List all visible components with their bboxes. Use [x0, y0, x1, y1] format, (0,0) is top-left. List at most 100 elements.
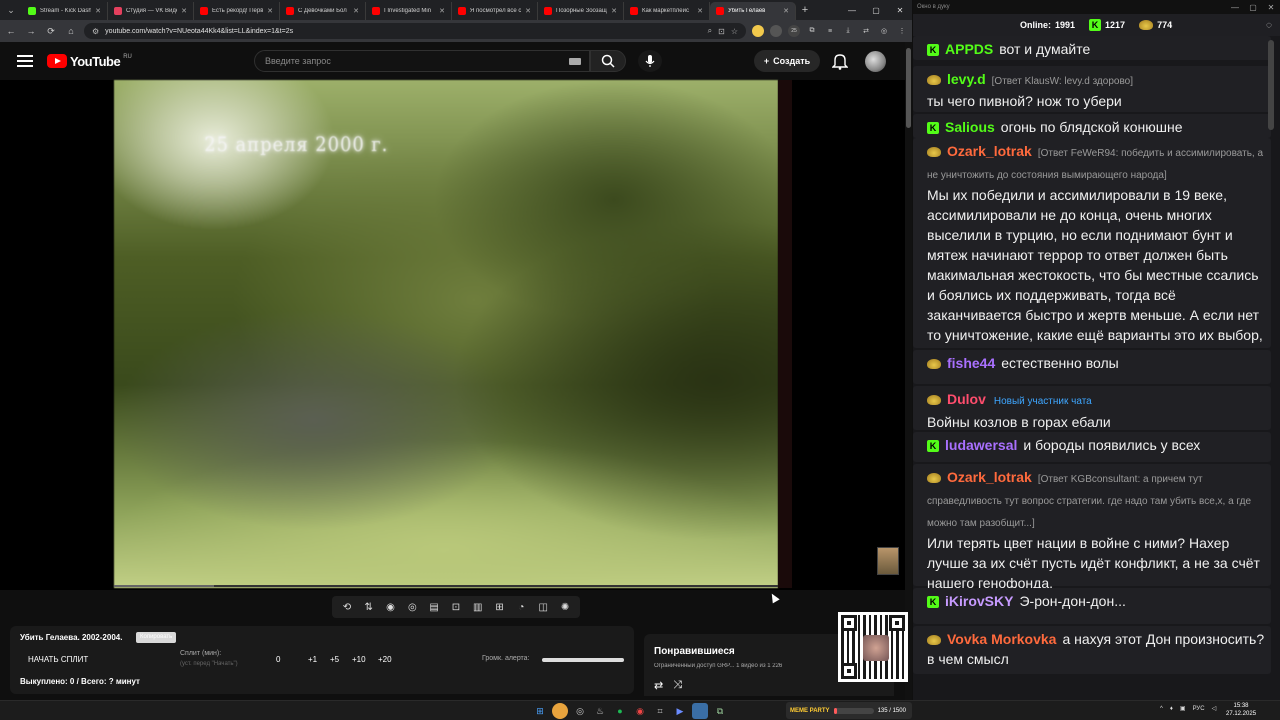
bookmark-star-icon[interactable]: ☆: [731, 27, 738, 36]
browser-tab[interactable]: Убить Гелаев ✕: [710, 2, 796, 20]
url-bar[interactable]: ⚙ youtube.com/watch?v=NUeota44Kk4&list=L…: [84, 23, 746, 39]
tray-chevron-icon[interactable]: ^: [1160, 706, 1163, 712]
copy-button[interactable]: Копировать: [136, 632, 177, 643]
browser-tab[interactable]: I Investigated Min ✕: [366, 2, 452, 20]
youtube-logo[interactable]: YouTube RU: [47, 54, 132, 69]
volume-icon[interactable]: ◁: [1212, 705, 1217, 712]
reload-icon[interactable]: ⟳: [44, 24, 58, 38]
browser-tab[interactable]: Я посмотрел все с ✕: [452, 2, 538, 20]
sort-icon[interactable]: ⇅: [361, 602, 377, 613]
home-icon[interactable]: ⌂: [64, 24, 78, 38]
profile-icon[interactable]: ◎: [878, 25, 890, 37]
install-icon[interactable]: ⊡: [718, 27, 725, 36]
clapper-icon[interactable]: ▤: [426, 602, 442, 613]
meme-party-widget[interactable]: MEME PARTY 135 / 1500: [786, 702, 912, 719]
chat-username[interactable]: ludawersal: [945, 437, 1017, 453]
tray-icon[interactable]: ♦: [1170, 706, 1173, 712]
app-icon[interactable]: [692, 703, 708, 719]
shuffle-icon[interactable]: ⤨: [673, 679, 682, 692]
keyboard-icon[interactable]: [569, 58, 581, 65]
screenshot-icon[interactable]: ◫: [535, 602, 551, 613]
minimize-icon[interactable]: —: [1226, 3, 1244, 12]
start-split-button[interactable]: НАЧАТЬ СПЛИТ: [28, 655, 88, 664]
extension-badge[interactable]: 25: [788, 25, 800, 37]
search-input[interactable]: Введите запрос: [254, 50, 590, 72]
tab-close-icon[interactable]: ✕: [697, 7, 703, 15]
tab-search-icon[interactable]: ⌄: [0, 0, 22, 20]
player-icon[interactable]: ▶: [672, 703, 688, 719]
split-add-5-button[interactable]: +5: [330, 655, 339, 664]
puzzle-icon[interactable]: ⧉: [806, 25, 818, 37]
chat-username[interactable]: Vovka Morkovka: [947, 631, 1056, 647]
settings-icon[interactable]: ◌: [1266, 20, 1272, 31]
video-frame[interactable]: 25 апреля 2000 г.: [114, 80, 778, 588]
chrome-icon[interactable]: [552, 703, 568, 719]
page-scrollbar[interactable]: [905, 42, 912, 700]
notifications-bell-icon[interactable]: [832, 52, 848, 70]
split-value-button[interactable]: 0: [276, 655, 280, 664]
playlist-title[interactable]: Понравившиеся: [654, 646, 735, 657]
recorder-icon[interactable]: ◉: [632, 703, 648, 719]
split-add-1-button[interactable]: +1: [308, 655, 317, 664]
video-player[interactable]: 25 апреля 2000 г.: [0, 80, 905, 590]
user-avatar[interactable]: [865, 51, 886, 72]
create-button[interactable]: + Создать: [754, 50, 820, 72]
tab-close-icon[interactable]: ✕: [181, 7, 187, 15]
maximize-icon[interactable]: ▢: [864, 0, 888, 20]
settings-icon[interactable]: ✺: [557, 602, 573, 613]
chat-username[interactable]: Ozark_lotrak: [947, 469, 1032, 485]
search-button[interactable]: [590, 50, 626, 72]
resize-icon[interactable]: ⊡: [448, 602, 464, 613]
broadcast-icon[interactable]: ◉: [383, 602, 399, 613]
forward-icon[interactable]: →: [24, 24, 38, 38]
windows-start-icon[interactable]: ⊞: [532, 703, 548, 719]
app-icon[interactable]: ⧉: [712, 703, 728, 719]
site-info-icon[interactable]: ⚙: [92, 27, 99, 36]
tab-close-icon[interactable]: ✕: [353, 7, 359, 15]
media-icon[interactable]: ≡: [824, 25, 836, 37]
download-icon[interactable]: ⤓: [842, 25, 854, 37]
maximize-icon[interactable]: ▢: [1244, 3, 1262, 12]
add-box-icon[interactable]: ⊞: [492, 602, 508, 613]
gamepad-icon[interactable]: ⌗: [652, 703, 668, 719]
menu-dots-icon[interactable]: ⋮: [896, 25, 908, 37]
browser-tab[interactable]: Как маркетплейс ✕: [624, 2, 710, 20]
hamburger-menu-icon[interactable]: [17, 55, 33, 67]
loop-playlist-icon[interactable]: ⇄: [654, 679, 663, 692]
close-window-icon[interactable]: ✕: [1262, 3, 1280, 12]
back-icon[interactable]: ←: [4, 24, 18, 38]
tab-close-icon[interactable]: ✕: [611, 7, 617, 15]
chat-username[interactable]: iKirovSKY: [945, 593, 1013, 609]
split-add-20-button[interactable]: +20: [378, 655, 392, 664]
browser-tab[interactable]: Stream - Kick Dashboard✕: [22, 2, 108, 20]
spotify-icon[interactable]: ●: [612, 703, 628, 719]
voice-search-button[interactable]: [638, 50, 662, 72]
search-icon[interactable]: ◎: [572, 703, 588, 719]
browser-tab[interactable]: С Девочками Бол ✕: [280, 2, 366, 20]
chat-username[interactable]: APPDS: [945, 41, 993, 57]
extension-icon[interactable]: [770, 25, 782, 37]
chat-username[interactable]: levy.d: [947, 71, 986, 87]
chat-username[interactable]: Dulov: [947, 391, 986, 407]
chat-scrollbar[interactable]: [1268, 36, 1274, 696]
chat-username[interactable]: Ozark_lotrak: [947, 143, 1032, 159]
chat-username[interactable]: Salious: [945, 119, 995, 135]
tab-close-icon[interactable]: ✕: [525, 7, 531, 15]
browser-tab[interactable]: Есть рекорд! Перв ✕: [194, 2, 280, 20]
browser-tab[interactable]: Студия — VK Видео ✕: [108, 2, 194, 20]
tab-close-icon[interactable]: ✕: [267, 7, 273, 15]
split-add-10-button[interactable]: +10: [352, 655, 366, 664]
loop-icon[interactable]: ⟲: [339, 602, 355, 613]
new-tab-button[interactable]: +: [796, 4, 814, 16]
alert-volume-slider[interactable]: [542, 658, 624, 662]
mini-thumbnail[interactable]: [877, 547, 899, 575]
minimize-icon[interactable]: —: [840, 0, 864, 20]
tab-close-icon[interactable]: ✕: [439, 7, 445, 15]
chat-username[interactable]: fishe44: [947, 355, 995, 371]
browser-tab[interactable]: Позорные Зоозащ ✕: [538, 2, 624, 20]
tab-close-icon[interactable]: ✕: [783, 7, 789, 15]
zoom-icon[interactable]: ⌕: [708, 26, 712, 36]
reading-list-icon[interactable]: ⇄: [860, 25, 872, 37]
system-clock[interactable]: 15:38 27.12.2025: [1226, 702, 1256, 718]
extension-icon[interactable]: [752, 25, 764, 37]
